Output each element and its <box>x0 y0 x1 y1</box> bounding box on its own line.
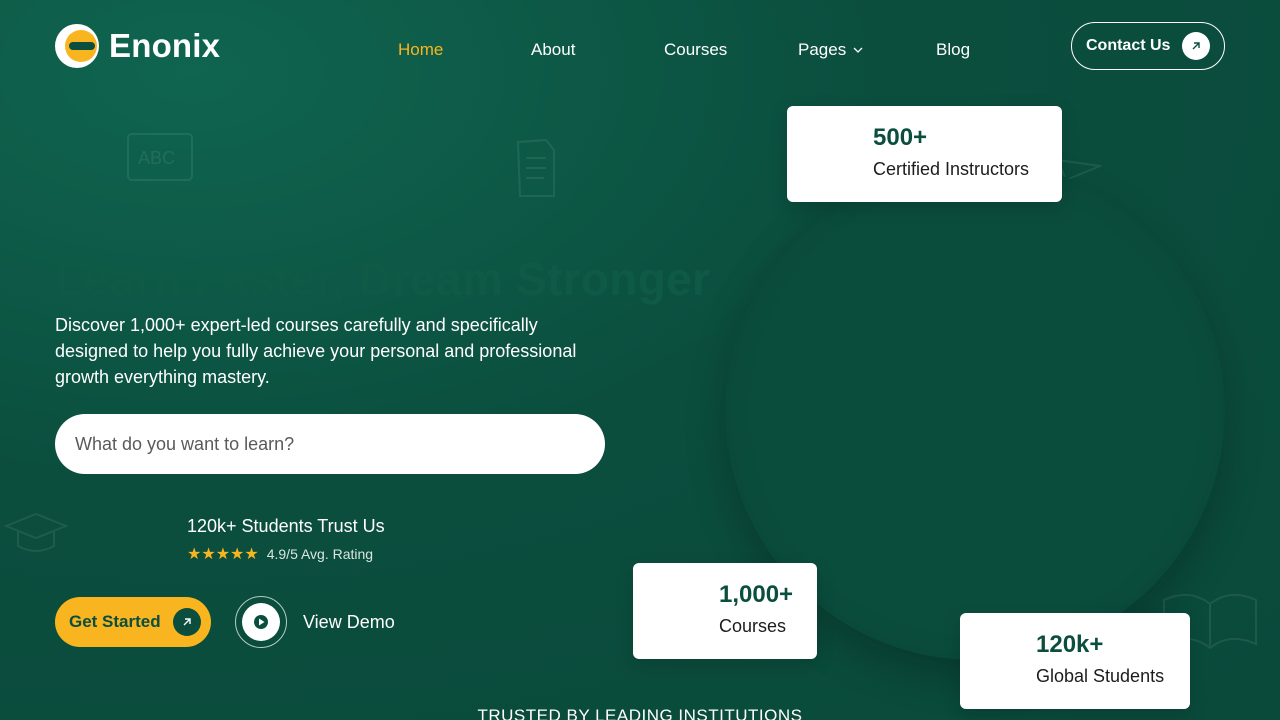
star-icon: ★★★★★ <box>187 546 259 563</box>
arrow-up-right-icon <box>172 608 201 636</box>
nav-item-blog[interactable]: Blog <box>936 40 970 60</box>
nav-item-label: About <box>531 40 576 59</box>
stat-card-students: 120k+ Global Students <box>960 613 1190 709</box>
stat-card-courses: 1,000+ Courses <box>633 563 817 659</box>
nav-item-about[interactable]: About <box>531 40 575 60</box>
get-started-label: Get Started <box>69 612 161 631</box>
stat-value: 120k+ <box>1036 631 1104 658</box>
stat-value: 500+ <box>873 124 928 151</box>
stat-card-instructors: 500+ Certified Instructors <box>787 106 1062 202</box>
nav-item-pages[interactable]: Pages <box>798 40 864 60</box>
play-icon <box>242 603 280 641</box>
nav-item-label: Courses <box>664 40 728 59</box>
nav-item-label: Home <box>398 40 444 59</box>
trusted-heading: TRUSTED BY LEADING INSTITUTIONS <box>477 706 803 720</box>
abc-board-doodle: ABC <box>127 133 193 181</box>
get-started-button[interactable]: Get Started <box>55 597 211 647</box>
hero-description: Discover 1,000+ expert-led courses caref… <box>55 315 577 387</box>
cap-doodle <box>4 512 69 552</box>
rating-text: 4.9/5 Avg. Rating <box>266 546 374 562</box>
nav-item-courses[interactable]: Courses <box>664 40 727 60</box>
nav-item-label: Pages <box>798 40 847 59</box>
chevron-down-icon <box>853 47 863 53</box>
rating-row: ★★★★★ 4.9/5 Avg. Rating <box>187 544 373 564</box>
view-demo-button[interactable]: View Demo <box>235 596 395 648</box>
contact-us-label: Contact Us <box>1086 37 1171 54</box>
stat-label: Certified Instructors <box>873 159 1030 179</box>
hero-title: Learn Faster, Dream Stronger <box>55 253 711 305</box>
view-demo-label: View Demo <box>303 611 395 632</box>
stat-label: Courses <box>719 616 787 636</box>
trust-title: 120k+ Students Trust Us <box>187 516 385 536</box>
search-input[interactable] <box>55 414 605 474</box>
play-button-ring <box>235 596 287 648</box>
stat-value: 1,000+ <box>719 581 794 608</box>
nav-item-label: Blog <box>936 40 971 59</box>
contact-us-button[interactable]: Contact Us <box>1071 22 1225 70</box>
nav-item-home[interactable]: Home <box>398 40 443 60</box>
stat-label: Global Students <box>1036 666 1165 686</box>
svg-text:ABC: ABC <box>138 148 175 168</box>
arrow-up-right-icon <box>1182 32 1211 60</box>
paper-doodle <box>516 138 555 197</box>
